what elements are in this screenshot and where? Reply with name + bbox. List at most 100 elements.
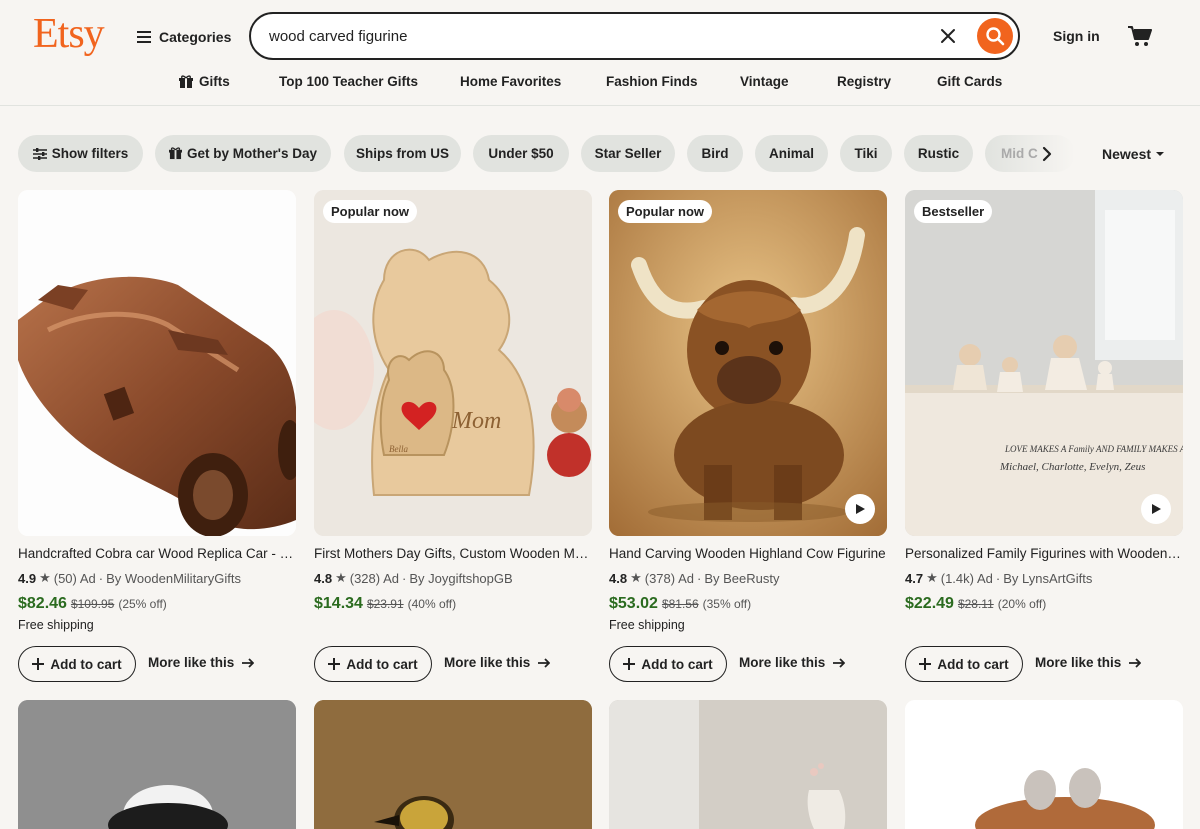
add-to-cart-button[interactable]: Add to cart xyxy=(609,646,727,682)
search-bar xyxy=(249,12,1020,60)
add-to-cart-button[interactable]: Add to cart xyxy=(314,646,432,682)
product-image[interactable] xyxy=(609,700,887,829)
sort-label: Newest xyxy=(1102,146,1152,162)
discount: (35% off) xyxy=(702,597,752,611)
product-image[interactable]: LOVE MAKES A Family AND FAMILY MAKES A H… xyxy=(905,190,1183,536)
chip-under-50[interactable]: Under $50 xyxy=(473,135,569,172)
chip-tiki[interactable]: Tiki xyxy=(840,135,892,172)
price-row: $82.46 $109.95 (25% off) xyxy=(18,595,167,613)
bestseller-badge: Bestseller xyxy=(914,200,993,223)
discount: (40% off) xyxy=(407,597,457,611)
more-like-this-link[interactable]: More like this xyxy=(1035,655,1142,670)
menu-icon xyxy=(137,31,151,43)
nav-item-gifts[interactable]: Gifts xyxy=(179,74,230,89)
nav-item-fashion-finds[interactable]: Fashion Finds xyxy=(606,74,698,89)
chip-star-seller[interactable]: Star Seller xyxy=(581,135,675,172)
site-header: Etsy Categories Sign in xyxy=(0,0,1200,106)
puzzle-name-text: Bella xyxy=(389,444,408,454)
categories-button[interactable]: Categories xyxy=(137,24,231,50)
product-image[interactable]: Mom Bella Popular now xyxy=(314,190,592,536)
chip-ships-from-us[interactable]: Ships from US xyxy=(344,135,461,172)
product-title[interactable]: Handcrafted Cobra car Wood Replica Car -… xyxy=(18,546,296,561)
product-rating: 4.9 ★ (50) Ad · By WoodenMilitaryGifts xyxy=(18,570,241,586)
etsy-logo[interactable]: Etsy xyxy=(33,10,105,58)
plus-icon xyxy=(623,658,636,670)
nav-item-home-favorites[interactable]: Home Favorites xyxy=(460,74,561,89)
filter-chips: Show filters Get by Mother's Day Ships f… xyxy=(18,135,1078,173)
product-rating: 4.8 ★ (378) Ad · By BeeRusty xyxy=(609,570,780,586)
product-image[interactable] xyxy=(905,700,1183,829)
arrow-right-icon xyxy=(242,657,255,668)
discount: (25% off) xyxy=(118,597,167,611)
product-rating: 4.8 ★ (328) Ad · By JoygiftshopGB xyxy=(314,570,513,586)
product-title[interactable]: Personalized Family Figurines with Woode… xyxy=(905,546,1183,561)
clear-search-icon[interactable] xyxy=(939,27,957,45)
more-like-this-link[interactable]: More like this xyxy=(148,655,255,670)
play-icon xyxy=(856,504,865,514)
wooden-mouse-image xyxy=(905,700,1183,829)
add-to-cart-button[interactable]: Add to cart xyxy=(18,646,136,682)
product-title[interactable]: First Mothers Day Gifts, Custom Wooden M… xyxy=(314,546,592,561)
duckling-carving-image xyxy=(314,700,592,829)
nav-item-teacher-gifts[interactable]: Top 100 Teacher Gifts xyxy=(279,74,418,89)
nav-item-gift-cards[interactable]: Gift Cards xyxy=(937,74,1002,89)
sign-line-2: Michael, Charlotte, Evelyn, Zeus xyxy=(999,461,1145,473)
nav-item-vintage[interactable]: Vintage xyxy=(740,74,789,89)
product-rating: 4.7 ★ (1.4k) Ad · By LynsArtGifts xyxy=(905,570,1093,586)
add-to-cart-button[interactable]: Add to cart xyxy=(905,646,1023,682)
chip-mid-century[interactable]: Mid C xyxy=(985,135,1075,172)
product-image[interactable] xyxy=(314,700,592,829)
original-price: $23.91 xyxy=(366,597,404,611)
sale-price: $14.34 xyxy=(314,595,363,612)
price-row: $53.02 $81.56 (35% off) xyxy=(609,595,751,613)
star-icon: ★ xyxy=(335,570,347,585)
play-video-button[interactable] xyxy=(1141,494,1171,524)
wooden-car-image xyxy=(18,190,296,536)
product-image[interactable] xyxy=(18,700,296,829)
product-image[interactable]: Popular now xyxy=(609,190,887,536)
chip-mothers-day[interactable]: Get by Mother's Day xyxy=(155,135,331,172)
bear-puzzle-image: Mom Bella xyxy=(314,190,592,536)
popular-now-badge: Popular now xyxy=(618,200,712,223)
star-icon: ★ xyxy=(630,570,642,585)
caret-down-icon xyxy=(1156,152,1165,156)
star-icon: ★ xyxy=(926,570,938,585)
price-row: $22.49 $28.11 (20% off) xyxy=(905,595,1046,613)
star-icon: ★ xyxy=(39,570,51,585)
sale-price: $53.02 xyxy=(609,595,658,612)
filter-sliders-icon xyxy=(32,147,47,160)
arrow-right-icon xyxy=(833,657,846,668)
chip-rustic[interactable]: Rustic xyxy=(904,135,973,172)
chevron-right-icon[interactable] xyxy=(1038,145,1056,163)
original-price: $81.56 xyxy=(661,597,699,611)
shop-name: By JoygiftshopGB xyxy=(409,570,513,586)
shipping-info: Free shipping xyxy=(18,618,94,632)
shopping-cart-icon[interactable] xyxy=(1127,24,1153,48)
top-nav: Gifts Top 100 Teacher Gifts Home Favorit… xyxy=(0,74,1200,92)
sort-dropdown[interactable]: Newest xyxy=(1102,146,1165,162)
nav-item-registry[interactable]: Registry xyxy=(837,74,891,89)
chip-animal[interactable]: Animal xyxy=(755,135,828,172)
search-input[interactable] xyxy=(269,24,919,48)
play-icon xyxy=(1152,504,1161,514)
discount: (20% off) xyxy=(997,597,1047,611)
original-price: $109.95 xyxy=(70,597,115,611)
product-title[interactable]: Hand Carving Wooden Highland Cow Figurin… xyxy=(609,546,887,561)
more-like-this-link[interactable]: More like this xyxy=(444,655,551,670)
plus-icon xyxy=(32,658,45,670)
play-video-button[interactable] xyxy=(845,494,875,524)
chip-label: Show filters xyxy=(51,146,129,161)
bird-carving-image xyxy=(18,700,296,829)
chip-label: Get by Mother's Day xyxy=(187,146,317,161)
plus-icon xyxy=(328,658,341,670)
categories-label: Categories xyxy=(159,29,232,45)
puzzle-mom-text: Mom xyxy=(451,408,501,434)
search-submit-button[interactable] xyxy=(977,18,1013,54)
show-filters-button[interactable]: Show filters xyxy=(18,135,143,172)
chip-bird[interactable]: Bird xyxy=(687,135,743,172)
sale-price: $22.49 xyxy=(905,595,954,612)
sign-in-link[interactable]: Sign in xyxy=(1053,28,1100,44)
highland-cow-image xyxy=(609,190,887,536)
more-like-this-link[interactable]: More like this xyxy=(739,655,846,670)
product-image[interactable] xyxy=(18,190,296,536)
